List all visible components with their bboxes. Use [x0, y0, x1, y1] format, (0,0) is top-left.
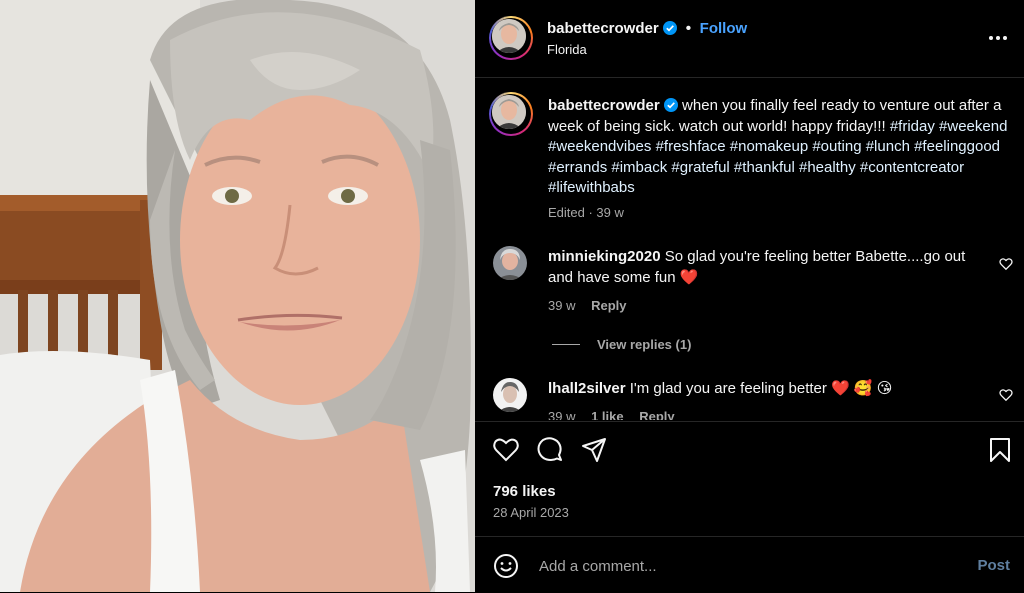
comment-like-heart-icon[interactable]	[999, 388, 1013, 402]
comment-time: 39 w	[548, 409, 576, 420]
post-actions-bar	[475, 421, 1024, 474]
comment-text: I'm glad you are feeling better	[629, 380, 827, 397]
author-avatar[interactable]	[489, 16, 533, 60]
commenter-username[interactable]: lhall2silver	[548, 380, 626, 397]
commenter-username[interactable]: minnieking2020	[548, 248, 661, 265]
caption-username[interactable]: babettecrowder	[548, 97, 660, 114]
dot-separator: •	[685, 20, 692, 37]
comment-time: 39 w	[548, 298, 576, 313]
comment-emoji: ❤️	[679, 268, 699, 286]
avatar-image	[493, 378, 527, 412]
reply-button[interactable]: Reply	[591, 298, 626, 313]
comment-item: lhall2silver I'm glad you are feeling be…	[475, 370, 1024, 420]
post-location[interactable]: Florida	[547, 42, 587, 57]
more-horizontal-icon[interactable]	[988, 30, 1008, 46]
post-header: babettecrowder • Follow Florida	[475, 0, 1024, 78]
post-comment-button[interactable]: Post	[977, 557, 1010, 574]
reply-button[interactable]: Reply	[639, 409, 674, 420]
bookmark-icon[interactable]	[987, 437, 1013, 463]
verified-badge-icon	[663, 98, 678, 112]
commenter-avatar[interactable]	[493, 378, 527, 412]
comment-emoji: ❤️ 🥰 😘	[831, 380, 893, 397]
author-username[interactable]: babettecrowder	[547, 20, 659, 37]
comment-icon[interactable]	[537, 437, 563, 463]
post-date: 28 April 2023	[493, 505, 569, 520]
commenter-avatar[interactable]	[493, 246, 527, 280]
avatar-image	[492, 95, 526, 129]
send-icon[interactable]	[581, 437, 607, 463]
comment-input[interactable]	[537, 557, 921, 576]
comment-like-heart-icon[interactable]	[999, 257, 1013, 271]
verified-badge-icon	[663, 21, 678, 35]
follow-button[interactable]: Follow	[700, 20, 748, 37]
likes-count[interactable]: 796 likes	[493, 483, 556, 500]
caption-avatar[interactable]	[489, 92, 533, 136]
post-image[interactable]	[0, 0, 475, 592]
comment-likes-count[interactable]: 1 like	[591, 409, 624, 420]
view-replies-button[interactable]: View replies (1)	[597, 337, 691, 352]
selfie-photo	[0, 0, 475, 592]
add-comment-bar: Post	[475, 536, 1024, 593]
avatar-image	[492, 19, 526, 53]
avatar-image	[493, 246, 527, 280]
smiley-icon[interactable]	[493, 553, 519, 579]
caption-meta: Edited · 39 w	[548, 205, 624, 220]
replies-divider	[552, 344, 580, 345]
post-detail-panel: babettecrowder • Follow Florida babettec…	[475, 0, 1024, 592]
heart-icon[interactable]	[493, 437, 519, 463]
post-caption: babettecrowder when you finally feel rea…	[548, 96, 1008, 199]
